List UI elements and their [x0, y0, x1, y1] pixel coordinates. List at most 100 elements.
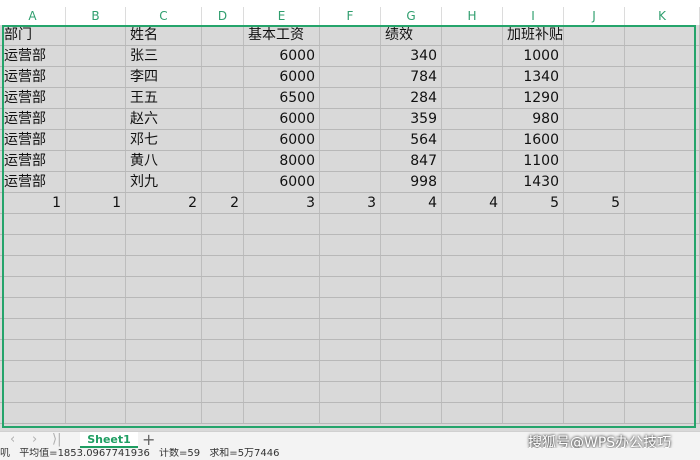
cell-k16[interactable]	[625, 340, 700, 360]
cell-a17[interactable]	[0, 361, 66, 381]
cell-i11[interactable]	[503, 235, 564, 255]
cell-f1[interactable]	[320, 25, 381, 45]
cell-d15[interactable]	[202, 319, 244, 339]
cell-i18[interactable]	[503, 382, 564, 402]
cell-f14[interactable]	[320, 298, 381, 318]
cell-k18[interactable]	[625, 382, 700, 402]
cell-d19[interactable]	[202, 403, 244, 423]
cell-g7[interactable]: 847	[381, 151, 442, 171]
column-header-d[interactable]: D	[202, 7, 244, 25]
cell-g18[interactable]	[381, 382, 442, 402]
column-header-i[interactable]: I	[503, 7, 564, 25]
cell-a14[interactable]	[0, 298, 66, 318]
cell-e10[interactable]	[244, 214, 320, 234]
cell-a12[interactable]	[0, 256, 66, 276]
cell-g5[interactable]: 359	[381, 109, 442, 129]
cell-a1[interactable]: 部门	[0, 25, 66, 45]
cell-a5[interactable]: 运营部	[0, 109, 66, 129]
cell-j7[interactable]	[564, 151, 625, 171]
cell-f8[interactable]	[320, 172, 381, 192]
cell-g15[interactable]	[381, 319, 442, 339]
cell-a6[interactable]: 运营部	[0, 130, 66, 150]
cell-f4[interactable]	[320, 88, 381, 108]
cell-g4[interactable]: 284	[381, 88, 442, 108]
cell-i2[interactable]: 1000	[503, 46, 564, 66]
cell-c10[interactable]	[126, 214, 202, 234]
add-sheet-button[interactable]: +	[142, 432, 155, 448]
cell-b14[interactable]	[66, 298, 126, 318]
cell-e13[interactable]	[244, 277, 320, 297]
cell-d8[interactable]	[202, 172, 244, 192]
cell-b12[interactable]	[66, 256, 126, 276]
cell-c8[interactable]: 刘九	[126, 172, 202, 192]
cell-k15[interactable]	[625, 319, 700, 339]
cell-e19[interactable]	[244, 403, 320, 423]
cell-h8[interactable]	[442, 172, 503, 192]
cell-h18[interactable]	[442, 382, 503, 402]
cell-k7[interactable]	[625, 151, 700, 171]
cell-i13[interactable]	[503, 277, 564, 297]
cell-c7[interactable]: 黄八	[126, 151, 202, 171]
cell-f5[interactable]	[320, 109, 381, 129]
cell-d10[interactable]	[202, 214, 244, 234]
cell-b18[interactable]	[66, 382, 126, 402]
next-sheet-icon[interactable]: ›	[32, 432, 37, 448]
cell-e5[interactable]: 6000	[244, 109, 320, 129]
cell-h12[interactable]	[442, 256, 503, 276]
cell-h14[interactable]	[442, 298, 503, 318]
cell-h2[interactable]	[442, 46, 503, 66]
cell-b7[interactable]	[66, 151, 126, 171]
cell-c9[interactable]: 2	[126, 193, 202, 213]
cell-j1[interactable]	[564, 25, 625, 45]
cell-i6[interactable]: 1600	[503, 130, 564, 150]
cell-g10[interactable]	[381, 214, 442, 234]
cell-f11[interactable]	[320, 235, 381, 255]
column-header-k[interactable]: K	[625, 7, 700, 25]
cell-b17[interactable]	[66, 361, 126, 381]
cell-a10[interactable]	[0, 214, 66, 234]
cell-b6[interactable]	[66, 130, 126, 150]
cell-j13[interactable]	[564, 277, 625, 297]
cell-k4[interactable]	[625, 88, 700, 108]
sheet-tab-sheet1[interactable]: Sheet1	[80, 432, 138, 448]
cell-d9[interactable]: 2	[202, 193, 244, 213]
cell-a19[interactable]	[0, 403, 66, 423]
cell-a9[interactable]: 1	[0, 193, 66, 213]
cell-h5[interactable]	[442, 109, 503, 129]
cell-i5[interactable]: 980	[503, 109, 564, 129]
last-sheet-icon[interactable]: ⟩|	[52, 432, 61, 448]
cell-f18[interactable]	[320, 382, 381, 402]
column-header-e[interactable]: E	[244, 7, 320, 25]
cell-k11[interactable]	[625, 235, 700, 255]
cell-c15[interactable]	[126, 319, 202, 339]
cell-j16[interactable]	[564, 340, 625, 360]
cell-d5[interactable]	[202, 109, 244, 129]
cell-h6[interactable]	[442, 130, 503, 150]
cell-f10[interactable]	[320, 214, 381, 234]
cell-a2[interactable]: 运营部	[0, 46, 66, 66]
cell-a8[interactable]: 运营部	[0, 172, 66, 192]
cell-h9[interactable]: 4	[442, 193, 503, 213]
cell-c12[interactable]	[126, 256, 202, 276]
cell-d6[interactable]	[202, 130, 244, 150]
cell-k19[interactable]	[625, 403, 700, 423]
cell-g8[interactable]: 998	[381, 172, 442, 192]
cell-a11[interactable]	[0, 235, 66, 255]
cell-h11[interactable]	[442, 235, 503, 255]
cell-b10[interactable]	[66, 214, 126, 234]
cell-j3[interactable]	[564, 67, 625, 87]
cell-h15[interactable]	[442, 319, 503, 339]
cell-k9[interactable]	[625, 193, 700, 213]
cell-g1[interactable]: 绩效	[381, 25, 442, 45]
cell-d3[interactable]	[202, 67, 244, 87]
cell-k12[interactable]	[625, 256, 700, 276]
cell-i19[interactable]	[503, 403, 564, 423]
cell-b13[interactable]	[66, 277, 126, 297]
cell-h17[interactable]	[442, 361, 503, 381]
cell-c11[interactable]	[126, 235, 202, 255]
cell-b19[interactable]	[66, 403, 126, 423]
column-header-f[interactable]: F	[320, 7, 381, 25]
cell-d18[interactable]	[202, 382, 244, 402]
cell-c2[interactable]: 张三	[126, 46, 202, 66]
cell-j11[interactable]	[564, 235, 625, 255]
